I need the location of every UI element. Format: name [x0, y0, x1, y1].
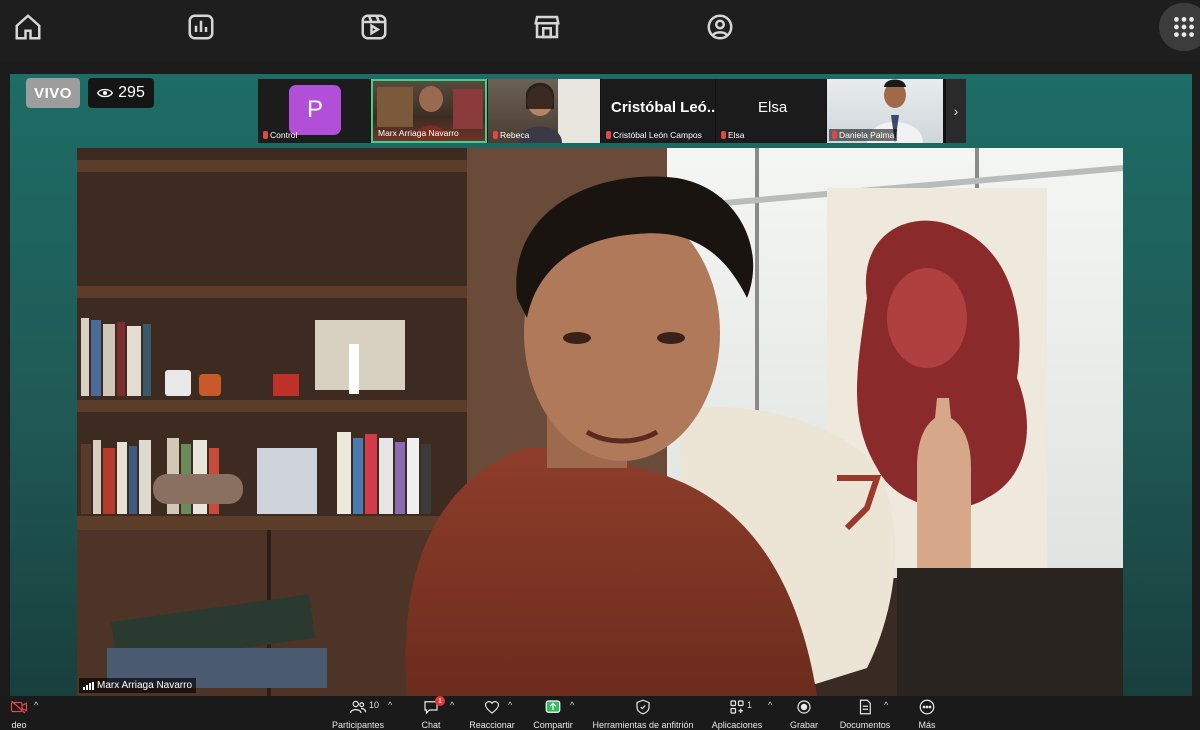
participant-tile-cristobal[interactable]: Cristóbal Leó... Cristóbal León Campos — [601, 79, 715, 143]
chat-caret[interactable]: ^ — [450, 700, 454, 710]
profile-icon[interactable] — [703, 10, 737, 44]
muted-mic-icon — [832, 131, 837, 139]
shield-icon — [636, 699, 650, 715]
avatar: P — [289, 85, 341, 135]
top-nav-bar — [0, 0, 1200, 62]
participant-name: Daniela Palma — [829, 129, 898, 141]
apps-count: 1 — [747, 700, 753, 710]
muted-mic-icon — [263, 131, 268, 139]
documents-caret[interactable]: ^ — [884, 700, 888, 710]
live-badge: VIVO — [26, 78, 80, 108]
video-off-icon — [10, 700, 28, 714]
participant-name: Rebeca — [490, 129, 532, 141]
signal-bars-icon — [83, 681, 94, 690]
participants-count: 10 — [369, 700, 380, 710]
share-caret[interactable]: ^ — [570, 700, 574, 710]
participant-title: Elsa — [758, 99, 788, 116]
participant-name: Cristóbal León Campos — [603, 129, 705, 141]
chevron-right-icon: › — [953, 103, 959, 119]
participant-name: Control — [260, 129, 300, 141]
apps-grid-icon[interactable] — [1159, 3, 1200, 51]
host-tools-button[interactable]: Herramientas de anfitrión — [588, 696, 698, 730]
viewer-count: 295 — [88, 78, 154, 108]
stats-icon[interactable] — [184, 10, 218, 44]
muted-mic-icon — [493, 131, 498, 139]
more-button[interactable]: Más — [912, 696, 942, 730]
record-button[interactable]: Grabar — [786, 696, 822, 730]
viewer-count-value: 295 — [118, 84, 145, 101]
participants-icon — [349, 700, 367, 714]
participant-tile-rebeca[interactable]: Rebeca — [488, 79, 600, 143]
participant-tile-daniela[interactable]: Daniela Palma — [827, 79, 943, 143]
participants-strip: P Control Marx Arriaga Navarro Rebeca Cr… — [258, 79, 966, 143]
participant-tile-marx[interactable]: Marx Arriaga Navarro — [371, 79, 487, 143]
home-icon[interactable] — [11, 10, 45, 44]
participants-caret[interactable]: ^ — [388, 700, 392, 710]
eye-icon — [97, 88, 114, 98]
participant-name: Elsa — [718, 129, 748, 141]
apps-icon — [730, 700, 744, 714]
heart-icon — [484, 700, 500, 714]
video-options-caret[interactable]: ^ — [34, 700, 38, 710]
strip-next-button[interactable]: › — [946, 79, 966, 143]
muted-mic-icon — [606, 131, 611, 139]
participant-title: Cristóbal Leó... — [611, 99, 715, 116]
participant-tile-control[interactable]: P Control — [258, 79, 370, 143]
react-caret[interactable]: ^ — [508, 700, 512, 710]
muted-mic-icon — [721, 131, 726, 139]
main-speaker-video: Marx Arriaga Navarro — [77, 148, 1123, 696]
document-icon — [859, 699, 871, 715]
video-button[interactable]: deo — [4, 696, 34, 730]
video-reel-icon[interactable] — [357, 10, 391, 44]
share-screen-icon — [545, 700, 561, 713]
apps-button[interactable]: Aplicaciones — [706, 696, 768, 730]
apps-caret[interactable]: ^ — [768, 700, 772, 710]
meeting-stage: VIVO 295 P Control Marx Arriaga Navarro — [10, 74, 1192, 730]
speaker-name-label: Marx Arriaga Navarro — [79, 678, 197, 693]
store-icon[interactable] — [530, 10, 564, 44]
chat-badge: 1 — [435, 696, 445, 706]
more-icon — [919, 699, 935, 715]
speaker-video-frame — [77, 148, 1123, 696]
participant-tile-elsa[interactable]: Elsa Elsa — [716, 79, 826, 143]
record-icon — [797, 700, 811, 714]
participant-name: Marx Arriaga Navarro — [378, 128, 459, 138]
meeting-toolbar: deo ^ Participantes 10 ^ Chat 1 ^ Reacci… — [0, 696, 1200, 730]
